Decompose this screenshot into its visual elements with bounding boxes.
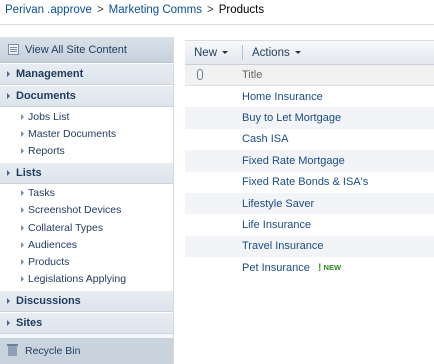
list-item-title-link[interactable]: Home Insurance: [242, 91, 323, 103]
list-item: Travel Insurance: [185, 235, 434, 258]
arrow-right-icon: [7, 71, 10, 77]
recycle-bin-icon: [7, 344, 18, 356]
recycle-bin-label: Recycle Bin: [25, 345, 81, 357]
list-header-row: Title: [185, 65, 434, 86]
breadcrumb-site-link[interactable]: Perivan .approve: [5, 4, 92, 16]
arrow-right-icon: [21, 130, 24, 137]
nav-item-legislations-applying[interactable]: Legislations Applying: [0, 271, 173, 288]
nav-item-label: Reports: [28, 144, 65, 157]
products-list-view: Title Home Insurance Buy to Let Mortgage…: [185, 65, 434, 279]
arrow-right-icon: [7, 169, 10, 176]
new-button-label: New: [194, 46, 218, 59]
arrow-right-icon: [21, 190, 24, 197]
chevron-down-icon: [294, 51, 301, 54]
nav-item-label: Tasks: [28, 187, 55, 200]
view-all-site-content-link[interactable]: View All Site Content: [0, 37, 173, 63]
new-item-badge: ! NEW: [318, 262, 341, 274]
arrow-right-icon: [21, 147, 24, 154]
nav-item-label: Products: [28, 255, 70, 268]
actions-button-label: Actions: [252, 46, 290, 59]
arrow-right-icon: [7, 297, 10, 304]
nav-lists-list: Tasks Screenshot Devices Collateral Type…: [0, 183, 173, 290]
arrow-right-icon: [21, 113, 24, 120]
nav-section-lists[interactable]: Lists: [0, 161, 173, 184]
list-item: Fixed Rate Bonds & ISA's: [185, 172, 434, 193]
nav-section-documents[interactable]: Documents: [0, 85, 173, 107]
attachment-icon[interactable]: [195, 69, 205, 81]
arrow-right-icon: [7, 319, 10, 326]
chevron-down-icon: [222, 51, 229, 54]
new-menu-button[interactable]: New: [185, 41, 234, 64]
nav-item-tasks[interactable]: Tasks: [0, 185, 173, 202]
nav-item-label: Legislations Applying: [28, 273, 127, 286]
recycle-bin-link[interactable]: Recycle Bin: [0, 338, 173, 364]
nav-documents-list: Jobs List Master Documents Reports: [0, 107, 173, 162]
nav-section-label: Documents: [16, 90, 76, 102]
nav-section-label: Sites: [16, 316, 43, 329]
breadcrumb-subsite-link[interactable]: Marketing Comms: [109, 4, 202, 16]
nav-item-label: Jobs List: [28, 110, 70, 123]
nav-item-screenshot-devices[interactable]: Screenshot Devices: [0, 202, 173, 219]
site-content-icon: [8, 44, 19, 55]
nav-section-label: Management: [16, 68, 84, 80]
list-item: Pet Insurance ! NEW: [185, 257, 434, 278]
list-item-title-link[interactable]: Fixed Rate Bonds & ISA's: [242, 176, 368, 188]
actions-menu-button[interactable]: Actions: [243, 41, 301, 64]
list-item: Life Insurance: [185, 214, 434, 235]
breadcrumb-separator: >: [96, 4, 104, 16]
list-item: Buy to Let Mortgage: [185, 107, 434, 129]
nav-section-management[interactable]: Management: [0, 63, 173, 85]
list-item-title-link[interactable]: Lifestyle Saver: [242, 198, 314, 210]
list-item: Lifestyle Saver: [185, 192, 434, 215]
breadcrumb-separator: >: [206, 4, 214, 16]
list-item-title-link[interactable]: Life Insurance: [242, 219, 311, 231]
arrow-right-icon: [21, 276, 24, 283]
nav-section-discussions[interactable]: Discussions: [0, 289, 173, 312]
nav-section-sites[interactable]: Sites: [0, 311, 173, 334]
list-item-title-link[interactable]: Pet Insurance: [242, 262, 310, 274]
nav-item-label: Screenshot Devices: [28, 204, 122, 217]
nav-item-jobs-list[interactable]: Jobs List: [0, 108, 173, 125]
nav-item-master-documents[interactable]: Master Documents: [0, 125, 173, 142]
arrow-right-icon: [7, 93, 10, 99]
arrow-right-icon: [21, 258, 24, 265]
arrow-right-icon: [21, 207, 24, 214]
nav-item-label: Collateral Types: [28, 221, 104, 234]
breadcrumb-current-page: Products: [218, 4, 265, 16]
new-exclamation-icon: !: [317, 261, 322, 274]
list-item: Home Insurance: [185, 86, 434, 107]
list-item-title-link[interactable]: Fixed Rate Mortgage: [242, 155, 345, 167]
new-badge-label: NEW: [323, 263, 342, 273]
nav-item-label: Master Documents: [28, 127, 117, 140]
nav-section-label: Lists: [16, 166, 42, 179]
breadcrumb: Perivan .approve > Marketing Comms > Pro…: [0, 0, 434, 20]
list-item-title-link[interactable]: Travel Insurance: [242, 240, 324, 252]
nav-item-reports[interactable]: Reports: [0, 142, 173, 159]
list-item: Cash ISA: [185, 129, 434, 150]
nav-item-label: Audiences: [28, 238, 78, 251]
arrow-right-icon: [21, 224, 24, 231]
nav-item-audiences[interactable]: Audiences: [0, 236, 173, 253]
list-item: Fixed Rate Mortgage: [185, 150, 434, 172]
view-all-site-content-label: View All Site Content: [25, 43, 127, 56]
arrow-right-icon: [21, 241, 24, 248]
nav-item-collateral-types[interactable]: Collateral Types: [0, 219, 173, 236]
column-header-title[interactable]: Title: [242, 69, 262, 81]
list-toolbar: New Actions: [185, 40, 434, 65]
quick-launch-nav: View All Site Content Management Documen…: [0, 37, 174, 364]
breadcrumb-divider: [0, 24, 434, 25]
nav-item-products[interactable]: Products: [0, 253, 173, 270]
list-item-title-link[interactable]: Cash ISA: [242, 133, 288, 145]
nav-section-label: Discussions: [16, 294, 81, 307]
list-item-title-link[interactable]: Buy to Let Mortgage: [242, 112, 341, 124]
